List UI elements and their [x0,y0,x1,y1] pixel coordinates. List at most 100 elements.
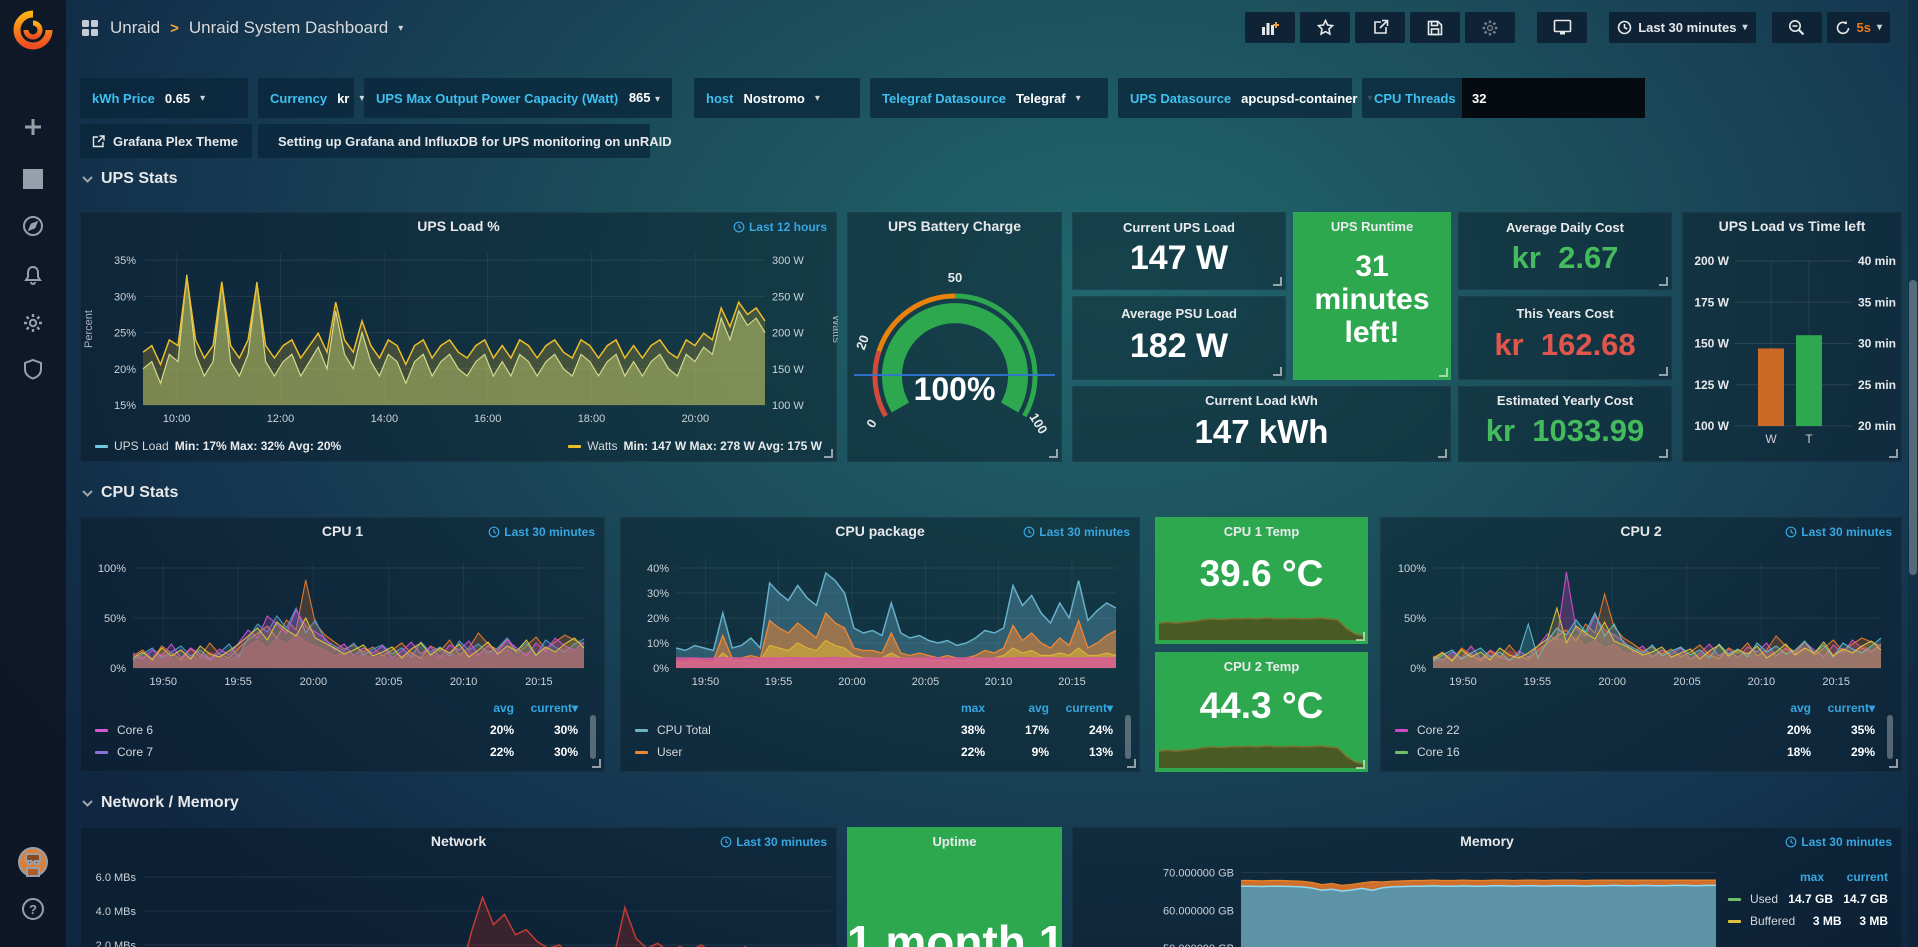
refresh-caret-icon[interactable]: ▾ [1877,22,1882,33]
legend-col-max[interactable]: max [921,701,985,715]
variable-value[interactable]: Nostromo [743,91,804,106]
variable-ups-datasource[interactable]: UPS Datasource apcupsd-container ▾ [1118,78,1352,118]
variable-value[interactable]: kr [337,91,349,106]
share-button[interactable] [1355,12,1405,43]
load-vs-time-bar-chart[interactable]: 200 W40 min175 W35 min150 W30 min125 W25… [1683,213,1903,463]
breadcrumb-team[interactable]: Unraid [110,18,160,38]
panel-title[interactable]: Average PSU Load [1073,306,1285,321]
memory-chart[interactable]: 50.000000 GB60.000000 GB70.000000 GB [1073,828,1721,947]
help-icon[interactable]: ? [0,889,66,929]
variable-value[interactable]: apcupsd-container [1241,91,1357,106]
grafana-logo-icon[interactable] [0,6,66,54]
section-network-memory[interactable]: Network / Memory [82,794,239,812]
panel-title[interactable]: UPS Runtime [1293,219,1451,234]
refresh-interval-label[interactable]: 5s [1857,20,1871,35]
cpu2-chart[interactable]: 0%50%100%19:5019:5520:0020:0520:1020:15 [1381,518,1903,700]
svg-text:20%: 20% [114,364,136,376]
legend-row: Used 14.7 GB 14.7 GB [1728,888,1888,910]
cpu1-chart[interactable]: 0%50%100%19:5019:5520:0020:0520:1020:15 [81,518,606,700]
memory-legend: max current Used 14.7 GB 14.7 GB Buffere… [1728,866,1888,932]
legend-item-watts[interactable]: Watts Min: 147 W Max: 278 W Avg: 175 W [568,439,822,453]
legend-col-current[interactable]: current▾ [1049,701,1113,715]
stat-value-line2: minutes [1293,283,1451,317]
legend-row: Buffered 3 MB 3 MB [1728,910,1888,932]
explore-icon[interactable] [0,206,66,246]
panel-title[interactable]: CPU 1 Temp [1155,524,1368,539]
svg-text:20:15: 20:15 [1058,676,1086,688]
legend-col-avg[interactable]: avg [450,701,514,715]
zoom-out-time-button[interactable] [1772,12,1822,43]
panel-title[interactable]: Current Load kWh [1073,393,1450,408]
variable-value[interactable]: Telegraf [1016,91,1066,106]
panel-title[interactable]: Uptime [847,834,1062,849]
add-panel-button[interactable] [1245,12,1295,43]
series-marker [1728,920,1741,923]
sidebar: ? [0,0,66,947]
legend-col-max[interactable]: max [1760,870,1824,884]
svg-text:50%: 50% [104,613,126,625]
ups-load-chart[interactable]: 15%20%25%30%35%Percent100 W150 W200 W250… [81,213,838,443]
variable-ups-max-watt[interactable]: UPS Max Output Power Capacity (Watt) 865… [364,78,672,118]
section-ups-stats[interactable]: UPS Stats [82,170,177,188]
legend-scrollbar[interactable] [1125,715,1131,759]
legend-col-avg[interactable]: avg [985,701,1049,715]
panel-title[interactable]: Average Daily Cost [1459,220,1671,235]
link-ups-monitoring-guide[interactable]: Setting up Grafana and InfluxDB for UPS … [258,124,650,158]
user-avatar[interactable] [0,842,66,882]
variable-host[interactable]: host Nostromo ▾ [694,78,860,118]
create-icon[interactable] [0,107,66,147]
stat-value-line1: 31 [1293,250,1451,284]
external-link-icon [92,135,105,148]
admin-shield-icon[interactable] [0,349,66,389]
legend-item-ups-load[interactable]: UPS Load Min: 17% Max: 32% Avg: 20% [95,439,341,453]
configuration-gear-icon[interactable] [0,303,66,343]
variable-value[interactable]: 0.65 [165,91,190,106]
section-cpu-stats[interactable]: CPU Stats [82,484,178,502]
variable-value[interactable]: 865 [629,90,651,105]
series-name[interactable]: Watts [587,439,617,453]
legend-col-avg[interactable]: avg [1747,701,1811,715]
alerting-bell-icon[interactable] [0,255,66,295]
save-button[interactable] [1410,12,1460,43]
refresh-button[interactable]: 5s ▾ [1827,12,1891,43]
star-button[interactable] [1300,12,1350,43]
stat-value: 147 kWh [1073,413,1450,451]
variable-telegraf-datasource[interactable]: Telegraf Datasource Telegraf ▾ [870,78,1108,118]
legend-col-current[interactable]: current [1824,870,1888,884]
section-title: CPU Stats [101,484,178,502]
panel-cpu2: CPU 2 Last 30 minutes 0%50%100%19:5019:5… [1380,517,1902,772]
svg-text:35%: 35% [114,255,136,267]
panel-ups-runtime: UPS Runtime 31 minutes left! [1293,212,1451,380]
page-scrollbar-thumb[interactable] [1909,280,1917,575]
svg-text:25 min: 25 min [1858,378,1896,392]
legend-col-current[interactable]: current▾ [514,701,578,715]
cpu-package-chart[interactable]: 0%10%20%30%40%19:5019:5520:0020:0520:102… [621,518,1141,700]
svg-text:20:10: 20:10 [450,676,478,688]
page-title[interactable]: Unraid System Dashboard [189,18,388,38]
series-stats: Min: 17% Max: 32% Avg: 20% [175,439,342,453]
svg-text:15%: 15% [114,400,136,412]
panel-memory: Memory Last 30 minutes 50.000000 GB60.00… [1072,827,1902,947]
svg-text:0%: 0% [653,663,669,675]
battery-gauge[interactable]: 02050100 [848,213,1063,463]
dashboard-caret-icon[interactable]: ▾ [398,23,403,34]
variable-currency[interactable]: Currency kr ▾ [258,78,354,118]
dashboards-icon[interactable] [0,159,66,199]
panel-title[interactable]: Estimated Yearly Cost [1459,393,1671,408]
panel-title[interactable]: CPU 2 Temp [1155,659,1368,674]
variable-kwh-price[interactable]: kWh Price 0.65 ▾ [80,78,248,118]
dashboard-settings-button[interactable] [1465,12,1515,43]
cpu1-legend: avg current▾ Core 6 20% 30% Core 7 22% 3… [95,697,578,763]
link-grafana-plex-theme[interactable]: Grafana Plex Theme [80,124,252,158]
legend-scrollbar[interactable] [1887,715,1893,759]
cpu-threads-input[interactable] [1462,78,1645,118]
panel-title[interactable]: Current UPS Load [1073,220,1285,235]
breadcrumb[interactable]: Unraid > Unraid System Dashboard ▾ [80,18,403,38]
series-name[interactable]: UPS Load [114,439,169,453]
legend-scrollbar[interactable] [590,715,596,759]
cycle-view-mode-button[interactable] [1537,12,1587,43]
network-chart[interactable]: 2.0 MBs4.0 MBs6.0 MBs [81,828,838,947]
legend-col-current[interactable]: current▾ [1811,701,1875,715]
panel-title[interactable]: This Years Cost [1459,306,1671,321]
time-range-picker[interactable]: Last 30 minutes ▾ [1609,12,1755,43]
